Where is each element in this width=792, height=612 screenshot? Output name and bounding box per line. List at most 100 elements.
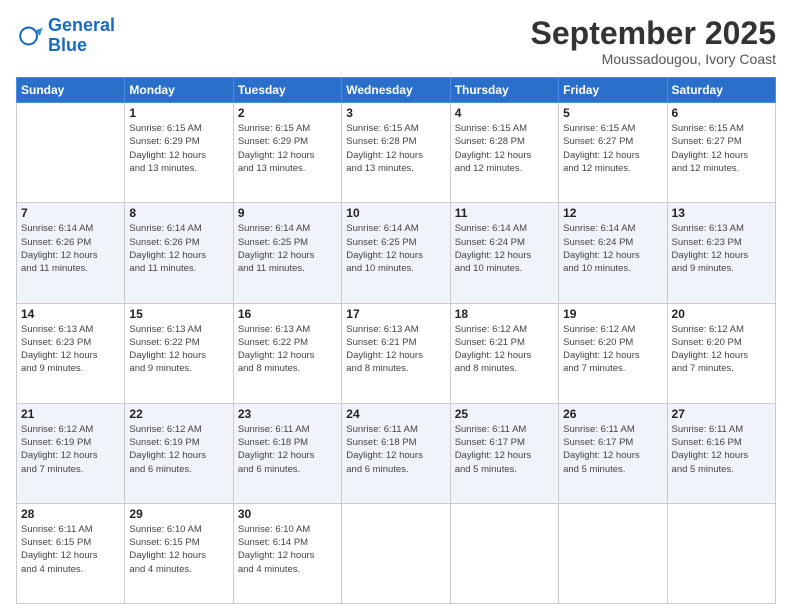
day-number: 30 xyxy=(238,507,337,521)
table-row: 12 Sunrise: 6:14 AM Sunset: 6:24 PM Dayli… xyxy=(559,203,667,303)
col-thursday: Thursday xyxy=(450,78,558,103)
table-row xyxy=(450,503,558,603)
table-row: 23 Sunrise: 6:11 AM Sunset: 6:18 PM Dayli… xyxy=(233,403,341,503)
calendar-week-row: 21 Sunrise: 6:12 AM Sunset: 6:19 PM Dayli… xyxy=(17,403,776,503)
day-number: 24 xyxy=(346,407,445,421)
month-title: September 2025 xyxy=(531,16,776,51)
table-row xyxy=(342,503,450,603)
day-number: 4 xyxy=(455,106,554,120)
table-row: 6 Sunrise: 6:15 AM Sunset: 6:27 PM Daylig… xyxy=(667,103,775,203)
day-number: 10 xyxy=(346,206,445,220)
table-row: 27 Sunrise: 6:11 AM Sunset: 6:16 PM Dayli… xyxy=(667,403,775,503)
table-row: 29 Sunrise: 6:10 AM Sunset: 6:15 PM Dayli… xyxy=(125,503,233,603)
table-row: 14Sunrise: 6:13 AM Sunset: 6:23 PM Dayli… xyxy=(17,303,125,403)
sun-info: Sunrise: 6:12 AM Sunset: 6:19 PM Dayligh… xyxy=(21,423,120,476)
table-row: 18 Sunrise: 6:12 AM Sunset: 6:21 PM Dayli… xyxy=(450,303,558,403)
sun-info: Sunrise: 6:11 AM Sunset: 6:16 PM Dayligh… xyxy=(672,423,771,476)
col-saturday: Saturday xyxy=(667,78,775,103)
table-row: 10 Sunrise: 6:14 AM Sunset: 6:25 PM Dayli… xyxy=(342,203,450,303)
calendar-week-row: 28 Sunrise: 6:11 AM Sunset: 6:15 PM Dayli… xyxy=(17,503,776,603)
sun-info: Sunrise: 6:15 AM Sunset: 6:29 PM Dayligh… xyxy=(238,122,337,175)
calendar-table: Sunday Monday Tuesday Wednesday Thursday… xyxy=(16,77,776,604)
day-number: 12 xyxy=(563,206,662,220)
sun-info: Sunrise: 6:15 AM Sunset: 6:28 PM Dayligh… xyxy=(346,122,445,175)
sun-info: Sunrise: 6:13 AM Sunset: 6:22 PM Dayligh… xyxy=(238,323,337,376)
table-row: 25Sunrise: 6:11 AM Sunset: 6:17 PM Dayli… xyxy=(450,403,558,503)
day-number: 18 xyxy=(455,307,554,321)
location: Moussadougou, Ivory Coast xyxy=(531,51,776,67)
table-row: 8Sunrise: 6:14 AM Sunset: 6:26 PM Daylig… xyxy=(125,203,233,303)
table-row: 1Sunrise: 6:15 AM Sunset: 6:29 PM Daylig… xyxy=(125,103,233,203)
table-row: 4 Sunrise: 6:15 AM Sunset: 6:28 PM Daylig… xyxy=(450,103,558,203)
logo: General Blue xyxy=(16,16,115,56)
day-number: 11 xyxy=(455,206,554,220)
sun-info: Sunrise: 6:10 AM Sunset: 6:15 PM Dayligh… xyxy=(129,523,228,576)
sun-info: Sunrise: 6:13 AM Sunset: 6:23 PM Dayligh… xyxy=(672,222,771,275)
sun-info: Sunrise: 6:14 AM Sunset: 6:24 PM Dayligh… xyxy=(563,222,662,275)
logo-icon xyxy=(16,22,44,50)
table-row: 22Sunrise: 6:12 AM Sunset: 6:19 PM Dayli… xyxy=(125,403,233,503)
table-row: 11 Sunrise: 6:14 AM Sunset: 6:24 PM Dayli… xyxy=(450,203,558,303)
day-number: 2 xyxy=(238,106,337,120)
table-row: 28 Sunrise: 6:11 AM Sunset: 6:15 PM Dayli… xyxy=(17,503,125,603)
calendar-week-row: 14Sunrise: 6:13 AM Sunset: 6:23 PM Dayli… xyxy=(17,303,776,403)
sun-info: Sunrise: 6:14 AM Sunset: 6:26 PM Dayligh… xyxy=(21,222,120,275)
sun-info: Sunrise: 6:15 AM Sunset: 6:27 PM Dayligh… xyxy=(672,122,771,175)
table-row: 26Sunrise: 6:11 AM Sunset: 6:17 PM Dayli… xyxy=(559,403,667,503)
table-row: 9 Sunrise: 6:14 AM Sunset: 6:25 PM Daylig… xyxy=(233,203,341,303)
table-row: 13 Sunrise: 6:13 AM Sunset: 6:23 PM Dayli… xyxy=(667,203,775,303)
table-row: 15Sunrise: 6:13 AM Sunset: 6:22 PM Dayli… xyxy=(125,303,233,403)
sun-info: Sunrise: 6:11 AM Sunset: 6:18 PM Dayligh… xyxy=(238,423,337,476)
table-row: 24Sunrise: 6:11 AM Sunset: 6:18 PM Dayli… xyxy=(342,403,450,503)
day-number: 13 xyxy=(672,206,771,220)
sun-info: Sunrise: 6:15 AM Sunset: 6:28 PM Dayligh… xyxy=(455,122,554,175)
sun-info: Sunrise: 6:14 AM Sunset: 6:24 PM Dayligh… xyxy=(455,222,554,275)
day-number: 28 xyxy=(21,507,120,521)
sun-info: Sunrise: 6:11 AM Sunset: 6:15 PM Dayligh… xyxy=(21,523,120,576)
sun-info: Sunrise: 6:14 AM Sunset: 6:25 PM Dayligh… xyxy=(238,222,337,275)
day-number: 29 xyxy=(129,507,228,521)
calendar-week-row: 1Sunrise: 6:15 AM Sunset: 6:29 PM Daylig… xyxy=(17,103,776,203)
table-row: 30 Sunrise: 6:10 AM Sunset: 6:14 PM Dayli… xyxy=(233,503,341,603)
sun-info: Sunrise: 6:14 AM Sunset: 6:26 PM Dayligh… xyxy=(129,222,228,275)
table-row: 17Sunrise: 6:13 AM Sunset: 6:21 PM Dayli… xyxy=(342,303,450,403)
day-number: 3 xyxy=(346,106,445,120)
col-tuesday: Tuesday xyxy=(233,78,341,103)
day-number: 19 xyxy=(563,307,662,321)
table-row: 2 Sunrise: 6:15 AM Sunset: 6:29 PM Daylig… xyxy=(233,103,341,203)
col-monday: Monday xyxy=(125,78,233,103)
calendar-header-row: Sunday Monday Tuesday Wednesday Thursday… xyxy=(17,78,776,103)
day-number: 6 xyxy=(672,106,771,120)
table-row xyxy=(17,103,125,203)
sun-info: Sunrise: 6:12 AM Sunset: 6:21 PM Dayligh… xyxy=(455,323,554,376)
col-sunday: Sunday xyxy=(17,78,125,103)
sun-info: Sunrise: 6:12 AM Sunset: 6:19 PM Dayligh… xyxy=(129,423,228,476)
logo-blue: Blue xyxy=(48,36,115,56)
day-number: 21 xyxy=(21,407,120,421)
calendar-week-row: 7 Sunrise: 6:14 AM Sunset: 6:26 PM Daylig… xyxy=(17,203,776,303)
title-block: September 2025 Moussadougou, Ivory Coast xyxy=(531,16,776,67)
header: General Blue September 2025 Moussadougou… xyxy=(16,16,776,67)
day-number: 23 xyxy=(238,407,337,421)
day-number: 5 xyxy=(563,106,662,120)
day-number: 17 xyxy=(346,307,445,321)
table-row xyxy=(667,503,775,603)
table-row: 20 Sunrise: 6:12 AM Sunset: 6:20 PM Dayli… xyxy=(667,303,775,403)
table-row: 7 Sunrise: 6:14 AM Sunset: 6:26 PM Daylig… xyxy=(17,203,125,303)
day-number: 26 xyxy=(563,407,662,421)
day-number: 14 xyxy=(21,307,120,321)
logo-general: General xyxy=(48,15,115,35)
table-row: 3 Sunrise: 6:15 AM Sunset: 6:28 PM Daylig… xyxy=(342,103,450,203)
day-number: 7 xyxy=(21,206,120,220)
page-container: General Blue September 2025 Moussadougou… xyxy=(0,0,792,612)
table-row: 5Sunrise: 6:15 AM Sunset: 6:27 PM Daylig… xyxy=(559,103,667,203)
sun-info: Sunrise: 6:10 AM Sunset: 6:14 PM Dayligh… xyxy=(238,523,337,576)
day-number: 9 xyxy=(238,206,337,220)
sun-info: Sunrise: 6:12 AM Sunset: 6:20 PM Dayligh… xyxy=(672,323,771,376)
sun-info: Sunrise: 6:14 AM Sunset: 6:25 PM Dayligh… xyxy=(346,222,445,275)
day-number: 25 xyxy=(455,407,554,421)
day-number: 27 xyxy=(672,407,771,421)
sun-info: Sunrise: 6:15 AM Sunset: 6:29 PM Dayligh… xyxy=(129,122,228,175)
table-row: 21 Sunrise: 6:12 AM Sunset: 6:19 PM Dayli… xyxy=(17,403,125,503)
day-number: 20 xyxy=(672,307,771,321)
